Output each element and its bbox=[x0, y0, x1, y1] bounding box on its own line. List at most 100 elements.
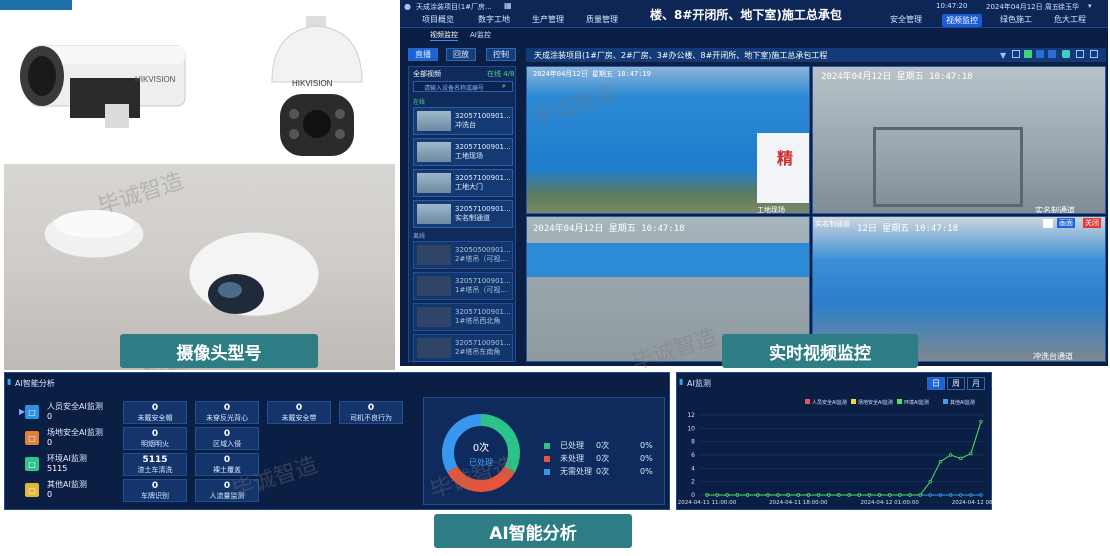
tab-ai-monitor[interactable]: AI监控 bbox=[470, 30, 491, 40]
fullscreen-icon[interactable] bbox=[1076, 50, 1084, 58]
processing-donut-chart: 0次 已处理 bbox=[442, 414, 520, 492]
x-tick-label: 2024-04-11 11:00:00 bbox=[678, 500, 737, 506]
feed-close-button[interactable]: 关闭 bbox=[1083, 218, 1101, 228]
legend-swatch bbox=[943, 399, 948, 404]
camera-item[interactable]: 32057100901... 实名制通道 bbox=[413, 200, 513, 228]
data-point bbox=[969, 451, 973, 456]
data-point bbox=[776, 493, 780, 497]
legend-name: 未处理 bbox=[560, 454, 584, 463]
grid-menu-icon[interactable]: ▦ bbox=[504, 1, 512, 10]
stat-card[interactable]: 0 司机不良行为 bbox=[339, 401, 403, 424]
legend-label: 场地安全AI监测 bbox=[858, 399, 893, 406]
mic-icon[interactable]: ▼ bbox=[1000, 51, 1006, 60]
feed-screen-button[interactable]: 画面 bbox=[1057, 218, 1075, 228]
feed-timestamp: 2024年04月12日 星期五 10:47:18 bbox=[821, 72, 973, 82]
video-feed[interactable]: 2024年04月12日 星期五 10:47:18 实名制通道 bbox=[812, 66, 1106, 214]
device-search-input[interactable]: 请输入设备名称或编号 ⌕ bbox=[413, 81, 513, 92]
window-icon[interactable] bbox=[1090, 50, 1098, 58]
control-button[interactable]: 控制 bbox=[486, 48, 516, 61]
data-point bbox=[948, 453, 953, 457]
chevron-down-icon[interactable]: ▾ bbox=[1088, 2, 1092, 10]
stat-card[interactable]: 0 未戴安全带 bbox=[267, 401, 331, 424]
tab-video-monitor[interactable]: 视频监控 bbox=[430, 30, 458, 41]
playback-button[interactable]: 回放 bbox=[446, 48, 476, 61]
user-menu[interactable]: 徐玉华 bbox=[1058, 2, 1079, 12]
nav-hazard-projects[interactable]: 危大工程 bbox=[1054, 14, 1086, 25]
stat-label: 明烟明火 bbox=[141, 440, 169, 448]
nav-quality[interactable]: 质量管理 bbox=[586, 14, 618, 25]
date-display: 2024年04月12日 周五 bbox=[986, 3, 1059, 11]
stat-card[interactable]: 0 裸土覆盖 bbox=[195, 453, 259, 476]
nav-digital-site[interactable]: 数字工地 bbox=[478, 14, 510, 25]
stat-card[interactable]: 0 明烟明火 bbox=[123, 427, 187, 450]
camera-item[interactable]: 32057100901... 工地现场 bbox=[413, 138, 513, 166]
stat-card[interactable]: 5115 渣土车清洗 bbox=[123, 453, 187, 476]
data-point bbox=[837, 493, 841, 497]
panel-icon: ▮ bbox=[679, 377, 684, 386]
stat-value: 5115 bbox=[142, 455, 168, 465]
legend-pct: 0% bbox=[640, 441, 653, 450]
layout-4-icon[interactable] bbox=[1024, 50, 1032, 58]
site-icon: □ bbox=[25, 431, 39, 445]
tab-day[interactable]: 日 bbox=[927, 377, 945, 390]
layout-9-icon[interactable] bbox=[1036, 50, 1044, 58]
y-tick-label: 12 bbox=[687, 412, 695, 419]
site-sign-board: 精 bbox=[757, 133, 809, 203]
camera-item[interactable]: 32050500901... 2#塔吊（可视... bbox=[413, 241, 513, 269]
top-nav-bar: ● 天成涂装项目(1#厂房... ▦ 项目概览 数字工地 生产管理 质量管理 楼… bbox=[400, 0, 1108, 28]
project-selector[interactable]: 天成涂装项目(1#厂房... bbox=[416, 2, 492, 12]
camera-item[interactable]: 32057100901... 冲洗台 bbox=[413, 107, 513, 135]
data-point bbox=[735, 493, 740, 497]
camera-item[interactable]: 32057100901... 工地大门 bbox=[413, 169, 513, 197]
legend-swatch bbox=[544, 468, 550, 475]
nav-green-construction[interactable]: 绿色施工 bbox=[1000, 14, 1032, 25]
camera-name: 冲洗台 bbox=[455, 121, 476, 129]
nav-video-monitoring[interactable]: 视频监控 bbox=[942, 14, 982, 27]
stat-card[interactable]: 0 人流量监测 bbox=[195, 479, 259, 502]
ai-analysis-caption: AI智能分析 bbox=[434, 514, 632, 548]
camera-thumbnail bbox=[417, 142, 451, 162]
tab-week[interactable]: 周 bbox=[947, 377, 965, 390]
donut-legend-item: 已处理 0次 0% bbox=[544, 440, 660, 451]
settings-icon[interactable] bbox=[1062, 50, 1070, 58]
live-button[interactable]: 直播 bbox=[408, 48, 438, 61]
banner-title: 楼、8#开闭所、地下室)施工总承包 bbox=[650, 8, 842, 22]
category-name: 其他AI监测 bbox=[47, 480, 87, 489]
data-point bbox=[979, 419, 983, 424]
feed-timestamp: 12日 星期五 10:47:18 bbox=[857, 224, 959, 234]
data-point bbox=[867, 493, 872, 497]
search-icon[interactable]: ⌕ bbox=[502, 82, 506, 91]
video-feed[interactable]: 2024年04月12日 星期五 10:47:19 精 工地现场 bbox=[526, 66, 810, 214]
camera-thumbnail bbox=[417, 338, 451, 358]
camera-id: 32057100901... bbox=[455, 308, 511, 316]
stat-card[interactable]: 0 车牌识别 bbox=[123, 479, 187, 502]
nav-project-overview[interactable]: 项目概览 bbox=[422, 14, 454, 25]
camera-id: 32057100901... bbox=[455, 174, 511, 182]
record-icon[interactable] bbox=[1043, 219, 1053, 228]
camera-item[interactable]: 32057100901... 2#塔吊东南角 bbox=[413, 334, 513, 362]
camera-name: 实名制通道 bbox=[455, 214, 490, 222]
layout-16-icon[interactable] bbox=[1048, 50, 1056, 58]
stat-card[interactable]: 0 未戴安全帽 bbox=[123, 401, 187, 424]
blue-hoarding-wall bbox=[527, 243, 809, 277]
stat-card[interactable]: 0 区域入侵 bbox=[195, 427, 259, 450]
data-point bbox=[938, 459, 943, 464]
stat-card[interactable]: 0 未穿反光背心 bbox=[195, 401, 259, 424]
category-name: 场地安全AI监测 bbox=[47, 428, 103, 437]
camera-name: 工地大门 bbox=[455, 183, 483, 191]
camera-item[interactable]: 32057100901... 1#塔吊西北角 bbox=[413, 303, 513, 331]
feed-label: 冲洗台通道 bbox=[1033, 352, 1073, 361]
data-point bbox=[938, 493, 943, 497]
camera-item[interactable]: 32057100901... 1#塔吊（可视... bbox=[413, 272, 513, 300]
stat-label: 未戴安全带 bbox=[281, 414, 317, 422]
legend-swatch bbox=[805, 399, 810, 404]
x-tick-label: 2024-04-12 01:00:00 bbox=[860, 500, 919, 506]
camera-name: 1#塔吊西北角 bbox=[455, 317, 501, 325]
stat-label: 司机不良行为 bbox=[350, 414, 392, 422]
layout-1-icon[interactable] bbox=[1012, 50, 1020, 58]
nav-production[interactable]: 生产管理 bbox=[532, 14, 564, 25]
tab-month[interactable]: 月 bbox=[967, 377, 985, 390]
nav-safety[interactable]: 安全管理 bbox=[890, 14, 922, 25]
legend-pct: 0% bbox=[640, 467, 653, 476]
dome-brand-label: HIKVISION bbox=[292, 79, 333, 88]
